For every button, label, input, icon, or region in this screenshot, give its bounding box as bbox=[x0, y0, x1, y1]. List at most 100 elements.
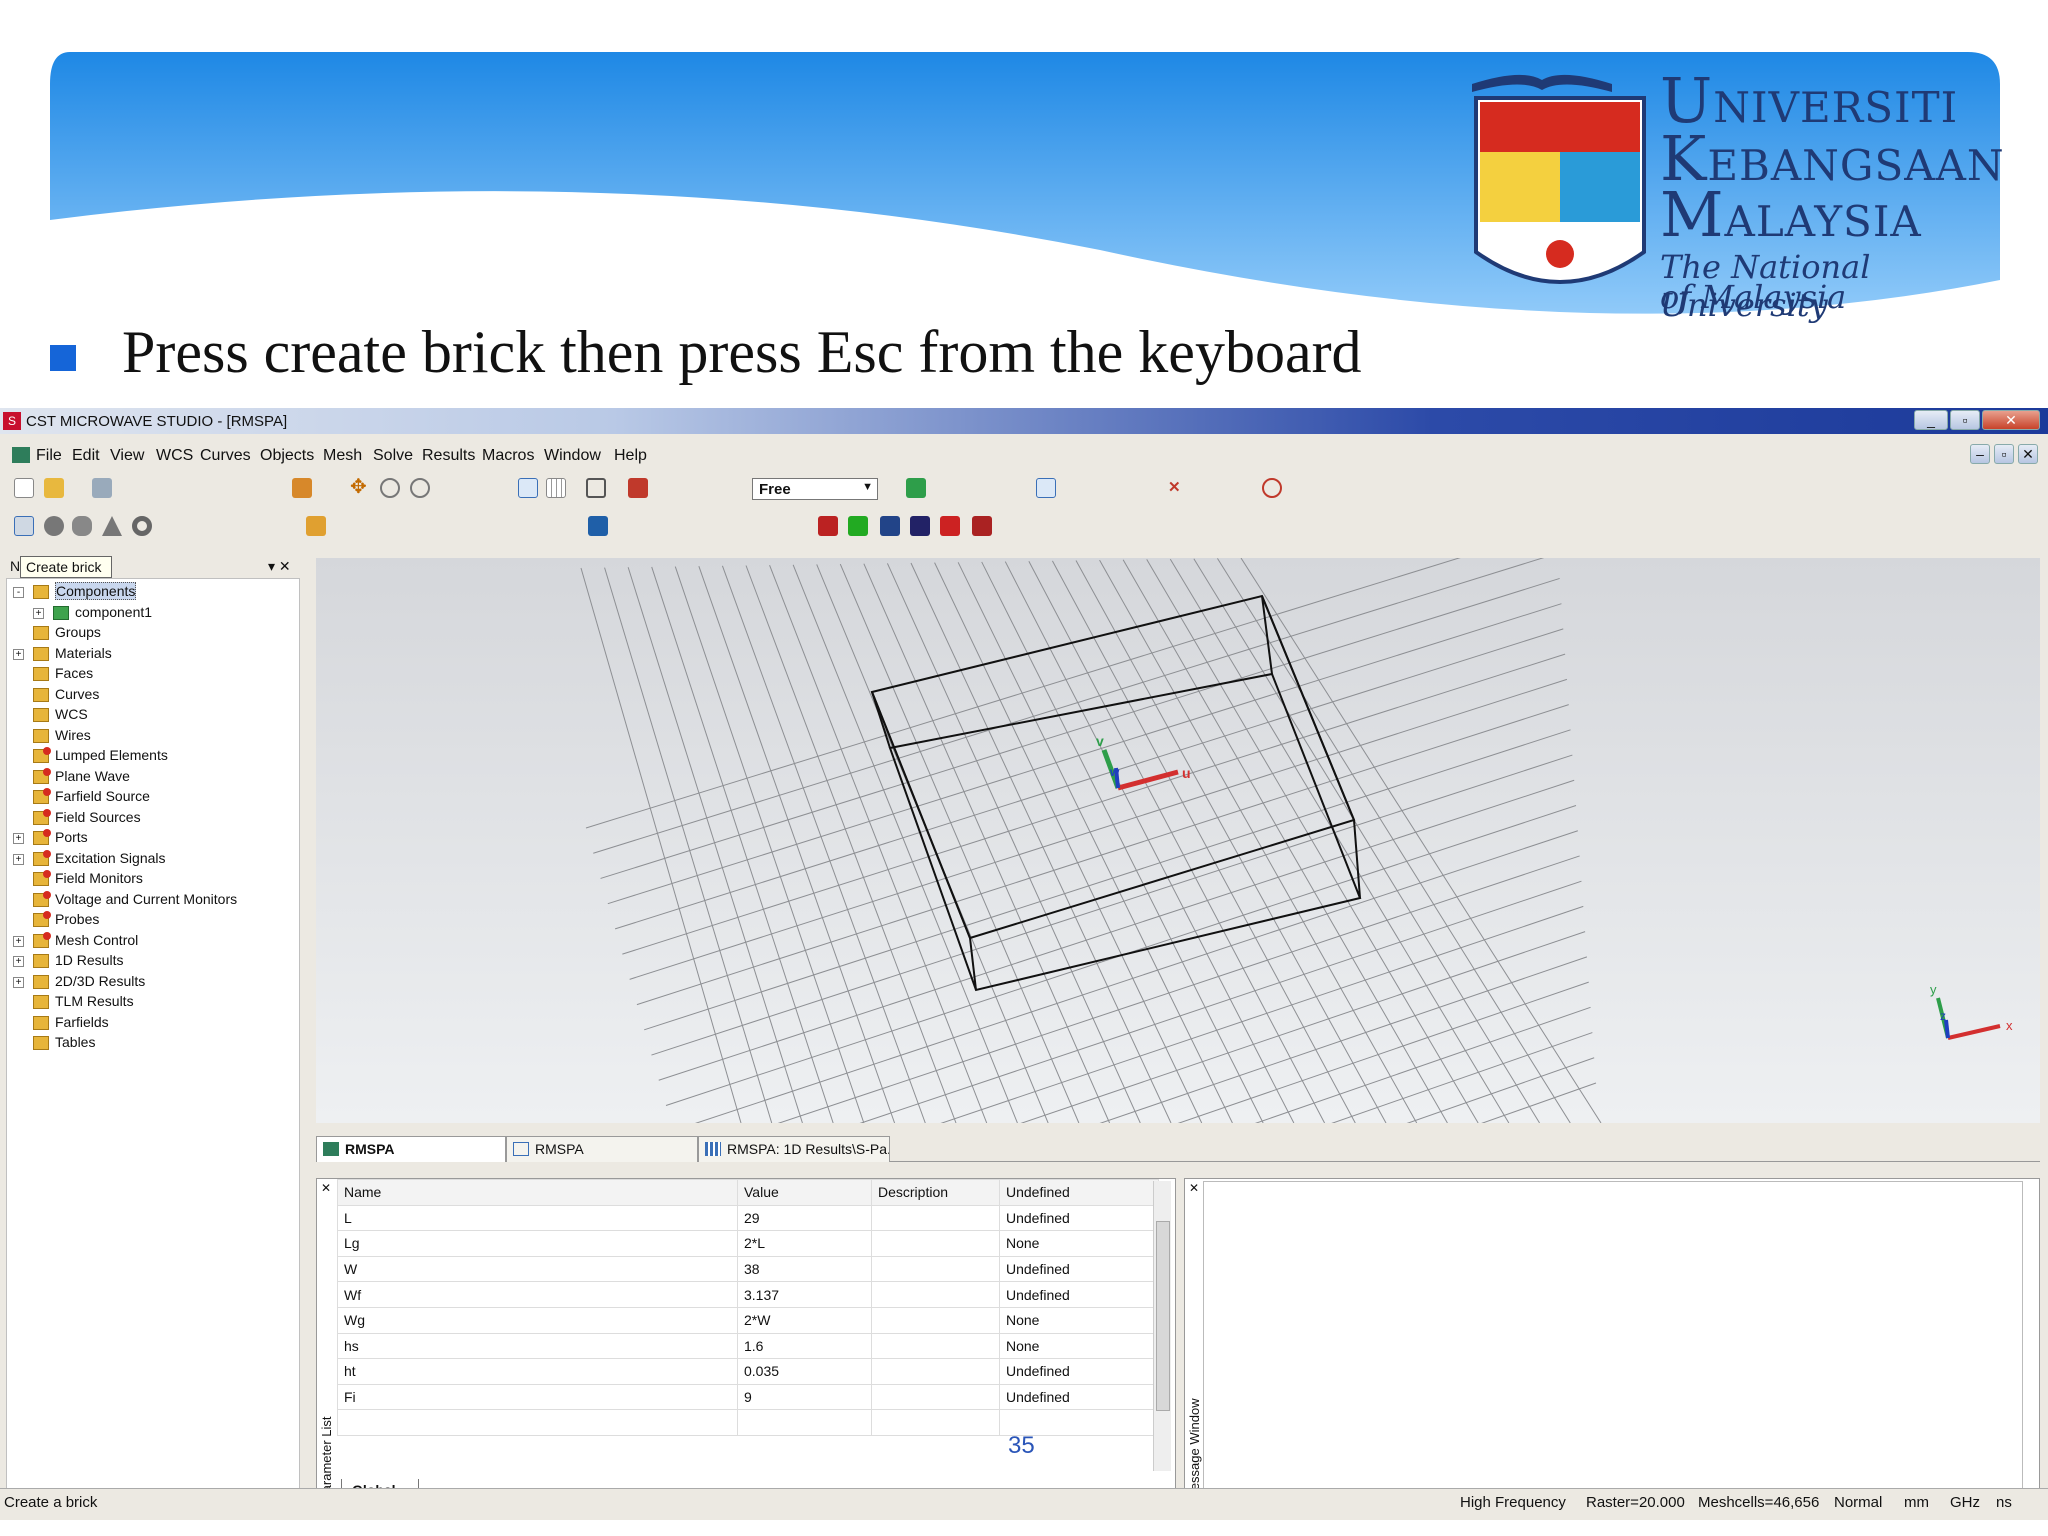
parameter-row[interactable]: Wf 3.137 Undefined bbox=[337, 1281, 1159, 1308]
create-brick-button[interactable] bbox=[14, 516, 34, 536]
create-cone-button[interactable] bbox=[102, 516, 122, 536]
tree-item[interactable]: + Materials bbox=[13, 645, 112, 665]
param-description-cell[interactable] bbox=[871, 1383, 1000, 1411]
tree-item[interactable]: Groups bbox=[33, 624, 101, 644]
parameter-row[interactable]: Fi 9 Undefined bbox=[337, 1383, 1159, 1411]
menu-window[interactable]: Window bbox=[544, 447, 601, 465]
param-type-cell[interactable]: None bbox=[999, 1306, 1159, 1334]
parameter-row[interactable]: W 38 Undefined bbox=[337, 1255, 1159, 1283]
close-panel-icon[interactable]: ✕ bbox=[1189, 1181, 1199, 1195]
tree-item[interactable]: Plane Wave bbox=[33, 768, 130, 788]
menu-results[interactable]: Results bbox=[422, 447, 475, 465]
restore-button[interactable]: ▫ bbox=[1950, 410, 1980, 430]
minimize-button[interactable]: _ bbox=[1914, 410, 1948, 430]
tree-item[interactable]: Field Monitors bbox=[33, 870, 143, 890]
param-value-cell[interactable]: 2*W bbox=[737, 1306, 872, 1334]
col-description[interactable]: Description bbox=[871, 1179, 1000, 1206]
param-type-cell[interactable]: Undefined bbox=[999, 1358, 1159, 1385]
empty-cell[interactable] bbox=[337, 1409, 738, 1436]
param-value-cell[interactable]: 29 bbox=[737, 1204, 872, 1232]
param-type-cell[interactable]: Undefined bbox=[999, 1255, 1159, 1283]
tree-item[interactable]: + Excitation Signals bbox=[13, 850, 166, 870]
tree-item[interactable]: Probes bbox=[33, 911, 99, 931]
results-icon[interactable] bbox=[910, 516, 930, 536]
close-window-button[interactable]: ✕ bbox=[1982, 410, 2040, 430]
param-name-cell[interactable]: Wf bbox=[337, 1281, 738, 1308]
col-type[interactable]: Undefined bbox=[999, 1179, 1159, 1206]
param-description-cell[interactable] bbox=[871, 1306, 1000, 1334]
tree-item[interactable]: WCS bbox=[33, 706, 88, 726]
export-icon[interactable] bbox=[972, 516, 992, 536]
parameter-row[interactable]: hs 1.6 None bbox=[337, 1332, 1159, 1360]
tab-rmspa-schematic[interactable]: RMSPA bbox=[506, 1136, 698, 1162]
zoom-fit-icon[interactable] bbox=[410, 478, 430, 498]
col-value[interactable]: Value bbox=[737, 1179, 872, 1206]
tree-item[interactable]: + Mesh Control bbox=[13, 932, 138, 952]
save-icon[interactable] bbox=[92, 478, 112, 498]
tree-item[interactable]: Farfield Source bbox=[33, 788, 150, 808]
parameter-row[interactable]: L 29 Undefined bbox=[337, 1204, 1159, 1232]
mdi-minimize-button[interactable]: – bbox=[1970, 444, 1990, 464]
param-description-cell[interactable] bbox=[871, 1358, 1000, 1385]
create-cylinder-button[interactable] bbox=[72, 516, 92, 536]
expand-icon[interactable]: + bbox=[13, 976, 24, 988]
param-value-cell[interactable]: 3.137 bbox=[737, 1281, 872, 1308]
tree-item[interactable]: Curves bbox=[33, 686, 99, 706]
tab-rmspa-3d[interactable]: RMSPA bbox=[316, 1136, 506, 1162]
param-value-cell[interactable]: 9 bbox=[737, 1383, 872, 1411]
param-description-cell[interactable] bbox=[871, 1204, 1000, 1232]
tree-item[interactable]: Field Sources bbox=[33, 809, 141, 829]
zoom-icon[interactable] bbox=[380, 478, 400, 498]
tree-item[interactable]: + component1 bbox=[33, 604, 152, 624]
tree-item[interactable]: - Components bbox=[13, 582, 137, 603]
param-type-cell[interactable]: None bbox=[999, 1332, 1159, 1360]
param-value-cell[interactable]: 1.6 bbox=[737, 1332, 872, 1360]
menu-mesh[interactable]: Mesh bbox=[323, 447, 362, 465]
monitor-icon[interactable] bbox=[818, 516, 838, 536]
param-name-cell[interactable]: ht bbox=[337, 1358, 738, 1385]
tree-item[interactable]: Lumped Elements bbox=[33, 747, 168, 767]
col-name[interactable]: Name bbox=[337, 1179, 738, 1206]
3d-view[interactable]: u v w x y z bbox=[316, 527, 2040, 1384]
param-name-cell[interactable]: Wg bbox=[337, 1306, 738, 1334]
mdi-close-button[interactable]: ✕ bbox=[2018, 444, 2038, 464]
pick-icon[interactable] bbox=[306, 516, 326, 536]
param-type-cell[interactable]: Undefined bbox=[999, 1281, 1159, 1308]
menu-file[interactable]: File bbox=[36, 447, 62, 465]
tree-item[interactable]: Tables bbox=[33, 1034, 95, 1054]
menu-view[interactable]: View bbox=[110, 447, 144, 465]
param-name-cell[interactable]: hs bbox=[337, 1332, 738, 1360]
message-area[interactable] bbox=[1203, 1181, 2023, 1503]
tlm-icon[interactable] bbox=[940, 516, 960, 536]
pick-point-icon[interactable] bbox=[518, 478, 538, 498]
create-sphere-button[interactable] bbox=[44, 516, 64, 536]
tree-item[interactable]: Faces bbox=[33, 665, 93, 685]
param-description-cell[interactable] bbox=[871, 1281, 1000, 1308]
coordinate-system-icon[interactable] bbox=[1036, 478, 1056, 498]
collapse-icon[interactable]: - bbox=[13, 587, 24, 598]
param-type-cell[interactable]: None bbox=[999, 1230, 1159, 1257]
param-description-cell[interactable] bbox=[871, 1332, 1000, 1360]
pan-icon[interactable]: ✥ bbox=[350, 477, 370, 498]
menu-wcs[interactable]: WCS bbox=[156, 447, 193, 465]
param-value-cell[interactable]: 0.035 bbox=[737, 1358, 872, 1385]
mdi-restore-button[interactable]: ▫ bbox=[1994, 444, 2014, 464]
parameter-row[interactable]: Lg 2*L None bbox=[337, 1230, 1159, 1257]
open-folder-icon[interactable] bbox=[44, 478, 64, 498]
tree-pin-icon[interactable]: ▾ ✕ bbox=[268, 558, 291, 575]
component-icon[interactable] bbox=[906, 478, 926, 498]
param-description-cell[interactable] bbox=[871, 1230, 1000, 1257]
expand-icon[interactable]: + bbox=[13, 833, 24, 844]
param-value-cell[interactable]: 38 bbox=[737, 1255, 872, 1283]
expand-icon[interactable]: + bbox=[13, 935, 24, 947]
menu-macros[interactable]: Macros bbox=[482, 447, 534, 465]
working-plane-icon[interactable] bbox=[546, 478, 566, 498]
rotate-view-icon[interactable] bbox=[292, 478, 312, 498]
param-name-cell[interactable]: Fi bbox=[337, 1383, 738, 1411]
param-type-cell[interactable]: Undefined bbox=[999, 1383, 1159, 1411]
param-type-cell[interactable]: Undefined bbox=[999, 1204, 1159, 1232]
empty-cell[interactable] bbox=[737, 1409, 872, 1436]
scrollbar-thumb[interactable] bbox=[1156, 1221, 1170, 1411]
menu-curves[interactable]: Curves bbox=[200, 447, 251, 465]
tree-item[interactable]: Farfields bbox=[33, 1014, 109, 1034]
